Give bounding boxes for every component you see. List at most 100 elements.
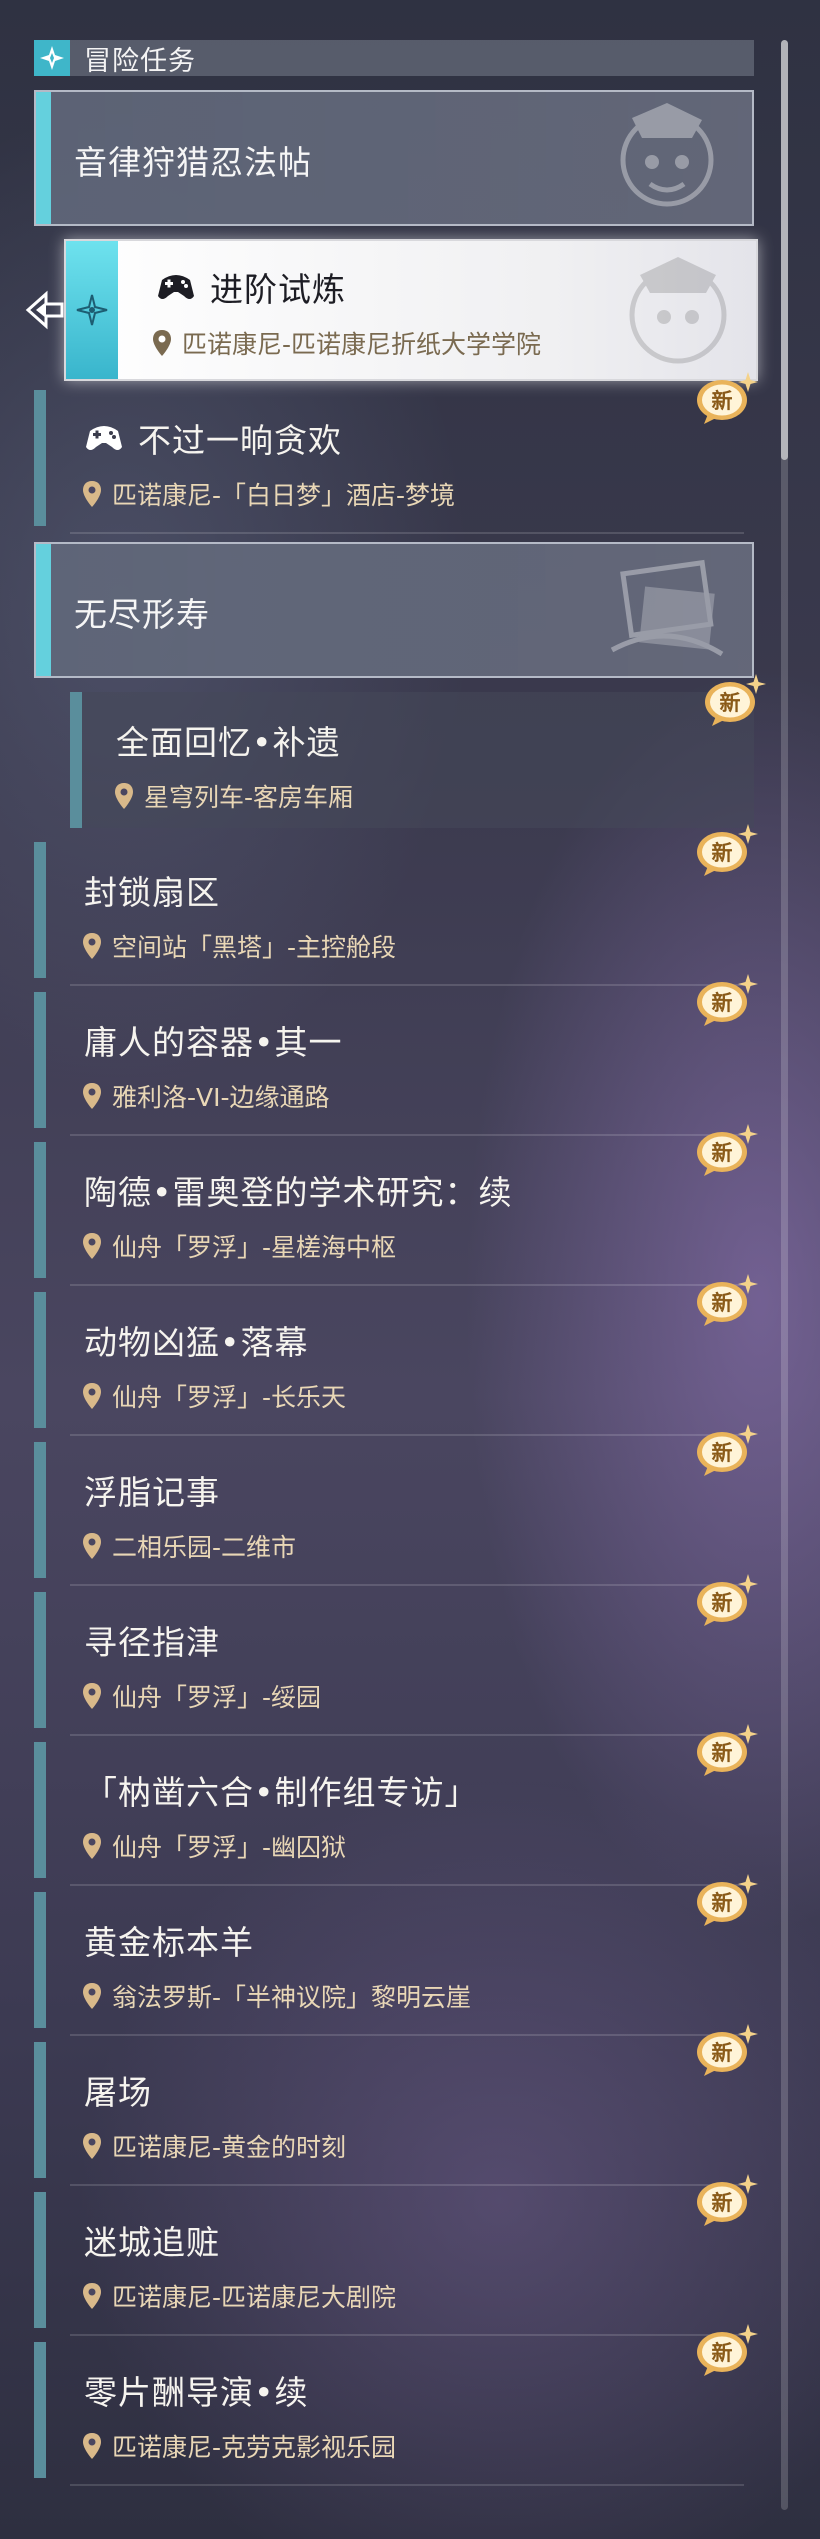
location-pin-icon (83, 1383, 101, 1409)
divider (70, 1134, 744, 1136)
quest-item[interactable]: 全面回忆•补遗 星穹列车-客房车厢 新 (34, 674, 766, 828)
selected-quest-item[interactable]: 进阶试炼 匹诺康尼-匹诺康尼折纸大学学院 (64, 239, 758, 381)
divider (70, 984, 744, 986)
quest-bar (34, 842, 46, 978)
quest-title: 全面回忆•补遗 (116, 723, 341, 762)
category-row[interactable]: 音律狩猎忍法帖 (34, 90, 754, 226)
quest-title: 「枘凿六合•制作组专访」 (84, 1773, 479, 1812)
quest-bar (34, 1592, 46, 1728)
quest-location: 仙舟「罗浮」-长乐天 (82, 1378, 346, 1414)
divider (70, 2184, 744, 2186)
quest-item[interactable]: 陶德•雷奥登的学术研究：续 仙舟「罗浮」-星槎海中枢 新 (34, 1124, 758, 1286)
new-badge-text: 新 (720, 691, 741, 715)
divider (70, 1434, 744, 1436)
location-pin-icon (83, 1683, 101, 1709)
quest-title-text: 不过一晌贪欢 (138, 421, 342, 460)
quest-item[interactable]: 屠场 匹诺康尼-黄金的时刻 新 (34, 2024, 758, 2186)
new-badge-text: 新 (712, 1141, 733, 1165)
quest-item[interactable]: 庸人的容器•其一 雅利洛-VI-边缘通路 新 (34, 974, 758, 1136)
quest-bar (34, 390, 46, 526)
diamond-star-icon (76, 294, 108, 326)
new-badge: 新 (694, 1422, 760, 1478)
quest-bar (34, 1292, 46, 1428)
quest-item[interactable]: 零片酬导演•续 匹诺康尼-克劳克影视乐园 新 (34, 2324, 758, 2486)
quest-bar (70, 692, 82, 828)
new-badge-text: 新 (712, 2041, 733, 2065)
quest-bar (34, 2192, 46, 2328)
quest-location-text: 仙舟「罗浮」-长乐天 (112, 1383, 347, 1412)
quest-title: 进阶试炼 (156, 263, 346, 311)
quest-location-text: 仙舟「罗浮」-幽囚狱 (112, 1833, 347, 1862)
location-pin-icon (83, 2133, 101, 2159)
category-row[interactable]: 无尽形寿 (34, 542, 754, 678)
quest-location: 雅利洛-VI-边缘通路 (82, 1078, 330, 1114)
quest-item[interactable]: 「枘凿六合•制作组专访」 仙舟「罗浮」-幽囚狱 新 (34, 1724, 758, 1886)
location-pin-icon (83, 481, 101, 507)
divider (70, 2484, 744, 2486)
quest-location-text: 仙舟「罗浮」-星槎海中枢 (112, 1233, 397, 1262)
quest-title: 寻径指津 (84, 1623, 220, 1662)
location-pin-icon (83, 933, 101, 959)
quest-item[interactable]: 寻径指津 仙舟「罗浮」-绥园 新 (34, 1574, 758, 1736)
section-header: 冒险任务 (34, 40, 754, 77)
quest-bar (34, 2042, 46, 2178)
quest-item[interactable]: 浮脂记事 二相乐园-二维市 新 (34, 1424, 758, 1586)
quest-bar (34, 992, 46, 1128)
quest-bar (34, 1742, 46, 1878)
new-badge-text: 新 (712, 1441, 733, 1465)
location-pin-icon (83, 2283, 101, 2309)
location-pin-icon (83, 1083, 101, 1109)
divider (70, 1284, 744, 1286)
new-badge-text: 新 (712, 1591, 733, 1615)
quest-emblem-icon (629, 257, 727, 364)
divider (70, 1584, 744, 1586)
quest-title: 零片酬导演•续 (84, 2373, 309, 2412)
quest-location: 二相乐园-二维市 (82, 1528, 296, 1564)
location-pin-icon (83, 1983, 101, 2009)
quest-bar (34, 1892, 46, 2028)
quest-location-text: 匹诺康尼-匹诺康尼大剧院 (112, 2283, 397, 2312)
quest-item[interactable]: 动物凶猛•落幕 仙舟「罗浮」-长乐天 新 (34, 1274, 758, 1436)
new-badge: 新 (694, 1872, 760, 1928)
new-badge-text: 新 (712, 1291, 733, 1315)
selected-marker (66, 241, 118, 379)
new-badge: 新 (694, 370, 760, 426)
quest-item[interactable]: 不过一晌贪欢 匹诺康尼-「白日梦」酒店-梦境 新 (34, 372, 758, 534)
location-pin-icon (153, 330, 171, 356)
new-badge: 新 (694, 972, 760, 1028)
quest-title: 屠场 (84, 2073, 152, 2112)
category-label: 音律狩猎忍法帖 (74, 143, 312, 182)
new-badge-text: 新 (712, 389, 733, 413)
quest-location-text: 空间站「黑塔」-主控舱段 (112, 933, 397, 962)
quest-location: 仙舟「罗浮」-绥园 (82, 1678, 321, 1714)
category-accent (36, 92, 51, 224)
quest-title: 陶德•雷奥登的学术研究：续 (84, 1173, 513, 1212)
quest-item[interactable]: 迷城追赃 匹诺康尼-匹诺康尼大剧院 新 (34, 2174, 758, 2336)
diamond-star-icon (34, 40, 70, 76)
scrollbar[interactable] (781, 40, 788, 2510)
quest-bar (34, 1442, 46, 1578)
divider (70, 1734, 744, 1736)
divider (70, 2034, 744, 2036)
new-badge-text: 新 (712, 1891, 733, 1915)
quest-title: 不过一晌贪欢 (84, 414, 342, 462)
quest-item[interactable]: 黄金标本羊 翁法罗斯-「半神议院」黎明云崖 新 (34, 1874, 758, 2036)
location-pin-icon (83, 1833, 101, 1859)
new-badge-text: 新 (712, 991, 733, 1015)
new-badge: 新 (694, 2322, 760, 2378)
new-badge: 新 (694, 1572, 760, 1628)
quest-item[interactable]: 封锁扇区 空间站「黑塔」-主控舱段 新 (34, 824, 758, 986)
new-badge: 新 (702, 672, 768, 728)
quest-title: 浮脂记事 (84, 1473, 220, 1512)
location-pin-icon (83, 1233, 101, 1259)
quest-location-text: 匹诺康尼-「白日梦」酒店-梦境 (112, 481, 456, 510)
quest-title: 封锁扇区 (84, 873, 220, 912)
scrollbar-thumb[interactable] (781, 40, 788, 460)
divider (70, 1884, 744, 1886)
new-badge-text: 新 (712, 2341, 733, 2365)
quest-location: 匹诺康尼-「白日梦」酒店-梦境 (82, 476, 455, 512)
new-badge: 新 (694, 1122, 760, 1178)
category-accent (36, 544, 51, 676)
quest-location: 仙舟「罗浮」-星槎海中枢 (82, 1228, 396, 1264)
new-badge: 新 (694, 1722, 760, 1778)
